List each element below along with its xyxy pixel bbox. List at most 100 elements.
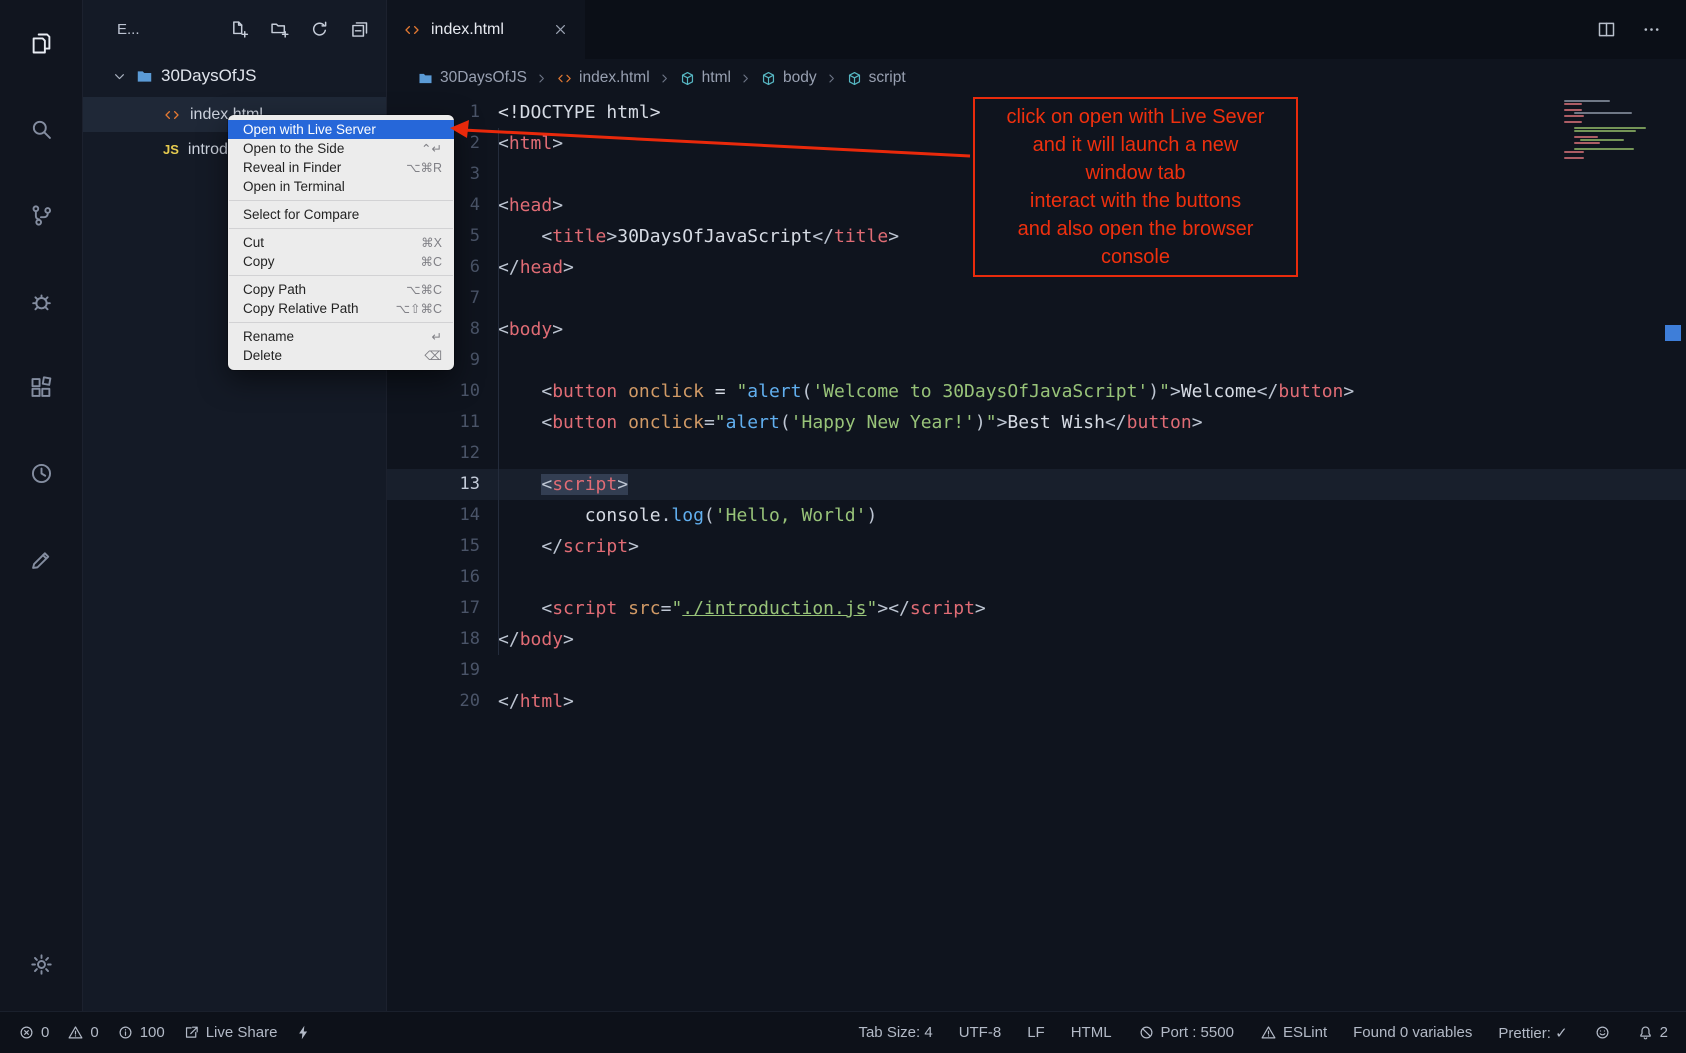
cube-icon	[679, 70, 696, 87]
status-notifications[interactable]: 2	[1637, 1024, 1668, 1041]
status-eol[interactable]: LF	[1027, 1024, 1045, 1041]
menu-item-copy-relative-path[interactable]: Copy Relative Path⌥⇧⌘C	[228, 299, 454, 318]
menu-item-cut[interactable]: Cut⌘X	[228, 233, 454, 252]
activity-search[interactable]	[0, 86, 83, 172]
cube-icon	[846, 70, 863, 87]
menu-label: Copy	[243, 254, 275, 269]
new-folder-button[interactable]	[269, 19, 290, 40]
menu-separator	[229, 200, 453, 201]
activity-settings[interactable]	[0, 921, 83, 1007]
context-menu: Open with Live ServerOpen to the Side⌃↵R…	[228, 115, 454, 370]
status-zap[interactable]	[295, 1024, 312, 1041]
tab-index-html[interactable]: index.html	[387, 0, 585, 59]
close-icon[interactable]	[552, 21, 569, 38]
menu-item-reveal-in-finder[interactable]: Reveal in Finder⌥⌘R	[228, 158, 454, 177]
code-line-11[interactable]: 11 <button onclick="alert('Happy New Yea…	[387, 407, 1686, 438]
split-editor-button[interactable]	[1596, 19, 1617, 40]
source-control-icon	[28, 202, 55, 229]
line-number[interactable]: 13	[387, 469, 489, 500]
code-token: )	[866, 505, 877, 526]
status-language-mode[interactable]: HTML	[1071, 1024, 1112, 1041]
breadcrumb-30daysofjs[interactable]: 30DaysOfJS	[417, 69, 527, 87]
status-port[interactable]: Port : 5500	[1138, 1024, 1234, 1041]
line-number[interactable]: 10	[387, 376, 489, 407]
code-token	[498, 598, 541, 619]
code-token: (	[704, 505, 715, 526]
status-errors[interactable]: 0	[18, 1024, 49, 1041]
code-line-18[interactable]: 18</body>	[387, 624, 1686, 655]
zap-icon	[295, 1024, 312, 1041]
code-text	[489, 283, 498, 314]
line-number[interactable]: 19	[387, 655, 489, 686]
breadcrumb-html[interactable]: html	[679, 69, 731, 87]
code-line-10[interactable]: 10 <button onclick = "alert('Welcome to …	[387, 376, 1686, 407]
smiley-icon	[1594, 1024, 1611, 1041]
code-text: console.log('Hello, World')	[489, 500, 877, 531]
code-line-9[interactable]: 9	[387, 345, 1686, 376]
scrollbar-marker[interactable]	[1665, 325, 1681, 341]
menu-item-open-with-live-server[interactable]: Open with Live Server	[228, 120, 454, 139]
menu-item-select-for-compare[interactable]: Select for Compare	[228, 205, 454, 224]
line-number[interactable]: 11	[387, 407, 489, 438]
code-token: 'Happy New Year!'	[791, 412, 975, 433]
breadcrumb-index-html[interactable]: index.html	[556, 69, 650, 87]
code-line-12[interactable]: 12	[387, 438, 1686, 469]
menu-item-delete[interactable]: Delete⌫	[228, 346, 454, 365]
activity-extensions[interactable]	[0, 344, 83, 430]
activity-run-debug[interactable]	[0, 258, 83, 344]
code-line-20[interactable]: 20</html>	[387, 686, 1686, 717]
code-line-7[interactable]: 7	[387, 283, 1686, 314]
activity-explorer[interactable]	[0, 0, 83, 86]
line-number[interactable]: 17	[387, 593, 489, 624]
status-info[interactable]: 100	[117, 1024, 165, 1041]
code-line-8[interactable]: 8<body>	[387, 314, 1686, 345]
status-smiley[interactable]	[1594, 1024, 1611, 1041]
breadcrumb-script[interactable]: script	[846, 69, 906, 87]
line-number[interactable]: 12	[387, 438, 489, 469]
code-token: Best Wish	[1007, 412, 1105, 433]
minimap[interactable]	[1564, 100, 1650, 160]
refresh-explorer-button[interactable]	[309, 19, 330, 40]
breadcrumb-body[interactable]: body	[760, 69, 817, 87]
code-token: )	[1148, 381, 1159, 402]
menu-item-open-to-the-side[interactable]: Open to the Side⌃↵	[228, 139, 454, 158]
code-line-13[interactable]: 13 <script>	[387, 469, 1686, 500]
status-text: Tab Size: 4	[858, 1024, 932, 1041]
code-line-17[interactable]: 17 <script src="./introduction.js"></scr…	[387, 593, 1686, 624]
menu-item-copy[interactable]: Copy⌘C	[228, 252, 454, 271]
annotation-line: window tab	[975, 159, 1296, 187]
code-line-15[interactable]: 15 </script>	[387, 531, 1686, 562]
menu-item-open-in-terminal[interactable]: Open in Terminal	[228, 177, 454, 196]
status-encoding[interactable]: UTF-8	[959, 1024, 1002, 1041]
indent-guide	[498, 128, 499, 655]
code-token: .	[661, 505, 672, 526]
new-file-button[interactable]	[229, 19, 250, 40]
status-variables[interactable]: Found 0 variables	[1353, 1024, 1472, 1041]
status-tab-size[interactable]: Tab Size: 4	[858, 1024, 932, 1041]
status-prettier[interactable]: Prettier: ✓	[1498, 1024, 1567, 1042]
blocked-icon	[1138, 1024, 1155, 1041]
status-eslint[interactable]: ESLint	[1260, 1024, 1327, 1041]
activity-timeline[interactable]	[0, 430, 83, 516]
activity-feedback[interactable]	[0, 516, 83, 602]
code-token: "	[1159, 381, 1170, 402]
code-line-19[interactable]: 19	[387, 655, 1686, 686]
more-actions-button[interactable]	[1641, 19, 1662, 40]
code-token: >	[888, 226, 899, 247]
line-number[interactable]: 18	[387, 624, 489, 655]
status-live-share[interactable]: Live Share	[183, 1024, 278, 1041]
code-line-14[interactable]: 14 console.log('Hello, World')	[387, 500, 1686, 531]
line-number[interactable]: 14	[387, 500, 489, 531]
status-warnings[interactable]: 0	[67, 1024, 98, 1041]
activity-source-control[interactable]	[0, 172, 83, 258]
code-token: alert	[747, 381, 801, 402]
collapse-folders-button[interactable]	[349, 19, 370, 40]
tree-item-root-folder[interactable]: 30DaysOfJS	[83, 59, 386, 93]
line-number[interactable]: 15	[387, 531, 489, 562]
code-line-16[interactable]: 16	[387, 562, 1686, 593]
menu-item-copy-path[interactable]: Copy Path⌥⌘C	[228, 280, 454, 299]
line-number[interactable]: 20	[387, 686, 489, 717]
chevron-right-icon	[657, 71, 672, 86]
menu-item-rename[interactable]: Rename↵	[228, 327, 454, 346]
line-number[interactable]: 16	[387, 562, 489, 593]
